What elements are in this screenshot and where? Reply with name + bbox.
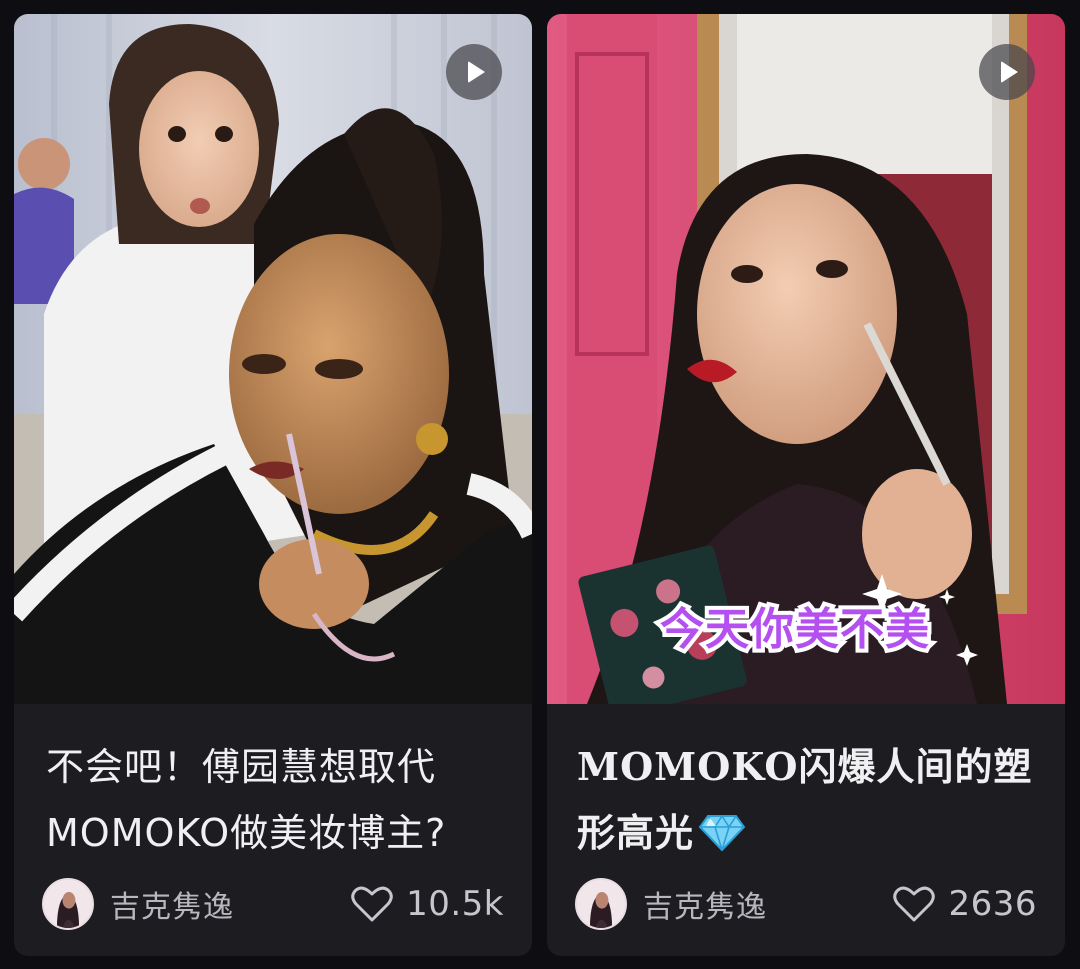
video-feed-grid: 不会吧！傅园慧想取代 MOMOKO做美妆博主? 吉克隽逸 10.5k 今天你美不…	[0, 0, 1080, 969]
heart-outline-icon	[351, 886, 393, 922]
video-thumbnail[interactable]	[14, 14, 532, 704]
video-title[interactable]: 不会吧！傅园慧想取代 MOMOKO做美妆博主?	[46, 734, 504, 866]
play-button[interactable]	[446, 44, 502, 100]
like-count: 10.5k	[406, 884, 504, 924]
like-button[interactable]: 2636	[892, 884, 1037, 924]
video-title-line: 形高光	[577, 800, 1037, 866]
play-icon	[468, 61, 485, 83]
video-title-line: MOMOKO闪爆人间的塑	[577, 744, 1033, 789]
video-title[interactable]: MOMOKO闪爆人间的塑 形高光	[577, 734, 1037, 866]
play-icon	[1001, 61, 1018, 83]
card-footer: 吉克隽逸 2636	[575, 876, 1037, 932]
video-title-line: MOMOKO做美妆博主?	[46, 811, 447, 855]
author-name[interactable]: 吉克隽逸	[110, 882, 234, 926]
card-footer: 吉克隽逸 10.5k	[42, 876, 504, 932]
gem-icon	[698, 815, 746, 852]
video-title-line: 不会吧！傅园慧想取代	[46, 745, 437, 789]
video-card[interactable]: 今天你美不美 MOMOKO闪爆人间的塑 形高光 吉克隽逸 2636	[547, 14, 1065, 956]
like-count: 2636	[948, 884, 1037, 924]
heart-outline-icon	[893, 886, 936, 922]
avatar[interactable]	[575, 878, 627, 930]
thumbnail-caption: 今天你美不美	[660, 604, 930, 655]
author-name[interactable]: 吉克隽逸	[643, 882, 767, 926]
video-thumbnail[interactable]: 今天你美不美	[547, 14, 1065, 704]
video-title-text: 形高光	[577, 810, 695, 855]
video-card[interactable]: 不会吧！傅园慧想取代 MOMOKO做美妆博主? 吉克隽逸 10.5k	[14, 14, 532, 956]
like-button[interactable]: 10.5k	[350, 884, 504, 924]
avatar[interactable]	[42, 878, 94, 930]
play-button[interactable]	[979, 44, 1035, 100]
